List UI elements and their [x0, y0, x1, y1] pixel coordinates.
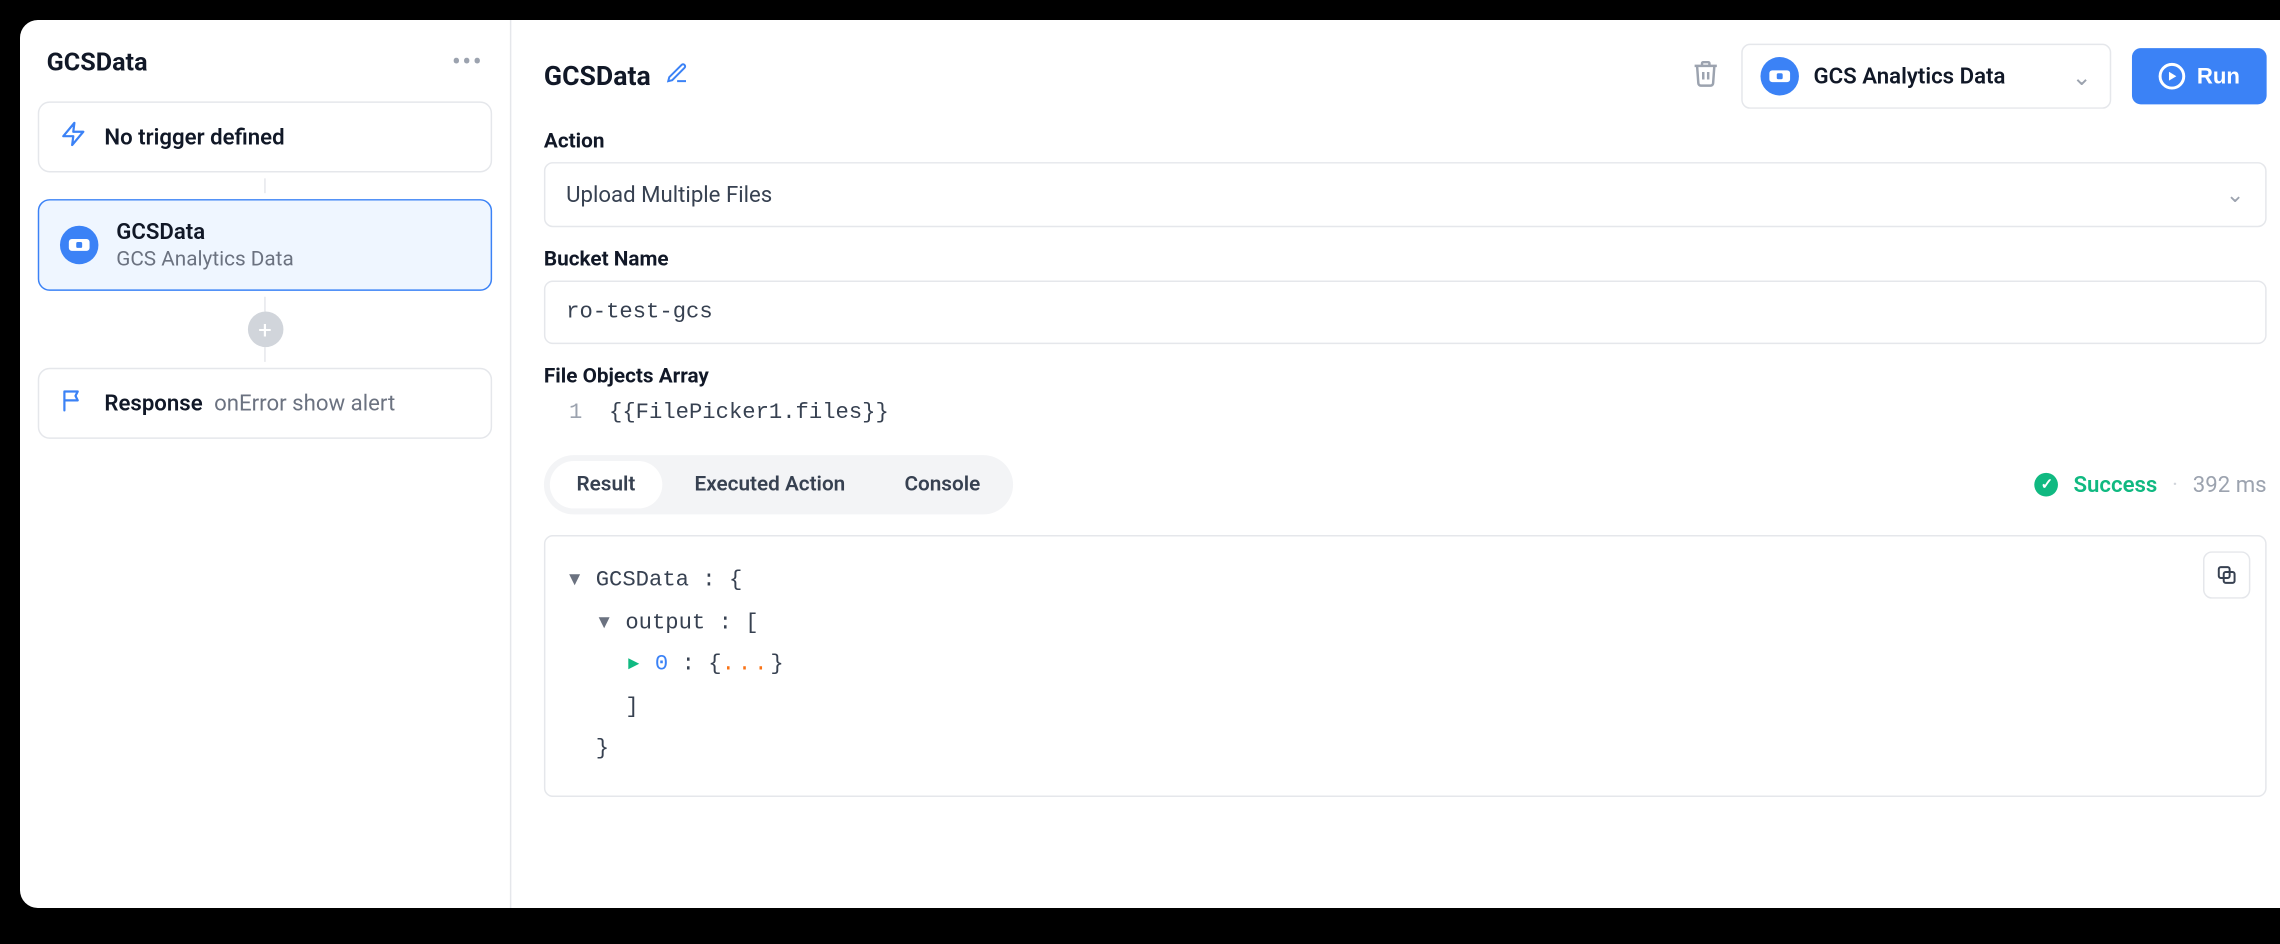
- result-item-0[interactable]: ▸ 0 : {...}: [569, 645, 2241, 687]
- sidebar-header: GCSData •••: [38, 47, 492, 84]
- file-objects-field: File Objects Array 1 {{FilePicker1.files…: [544, 365, 2267, 426]
- result-box: ▾ GCSData : { ▾ output : [ ▸ 0 : {...} ]…: [544, 535, 2267, 796]
- edit-title-icon[interactable]: [666, 61, 690, 91]
- status-text: Success: [2073, 471, 2157, 498]
- chevron-down-icon: ⌄: [2226, 181, 2245, 208]
- query-name: GCSData: [116, 218, 294, 245]
- more-menu-icon[interactable]: •••: [452, 47, 483, 78]
- bolt-icon: [60, 121, 87, 154]
- tab-executed-action[interactable]: Executed Action: [668, 461, 872, 508]
- file-objects-editor[interactable]: 1 {{FilePicker1.files}}: [544, 400, 2267, 425]
- status: ✓ Success · 392 ms: [2035, 471, 2267, 498]
- datasource-name: GCS Analytics Data: [1814, 63, 2006, 90]
- result-root[interactable]: ▾ GCSData : {: [569, 560, 2241, 602]
- response-text: Response onError show alert: [104, 390, 395, 417]
- query-datasource: GCS Analytics Data: [116, 248, 294, 272]
- bucket-label: Bucket Name: [544, 248, 2267, 272]
- datasource-dropdown[interactable]: GCS Analytics Data ⌄: [1741, 44, 2111, 109]
- main-header: GCSData GCS Analytics Data ⌄: [544, 44, 2267, 109]
- sidebar: GCSData ••• No trigger defined GCSData G…: [20, 20, 511, 908]
- tab-result[interactable]: Result: [550, 461, 662, 508]
- query-card[interactable]: GCSData GCS Analytics Data: [38, 199, 492, 291]
- chevron-down-icon: ⌄: [2072, 62, 2092, 90]
- action-field: Action Upload Multiple Files ⌄: [544, 130, 2267, 228]
- play-icon: [2158, 63, 2185, 90]
- action-label: Action: [544, 130, 2267, 154]
- trigger-label: No trigger defined: [104, 124, 284, 151]
- delete-icon[interactable]: [1691, 58, 1721, 94]
- bucket-field: Bucket Name: [544, 248, 2267, 344]
- page-title: GCSData: [544, 61, 651, 92]
- app-frame: GCSData ••• No trigger defined GCSData G…: [20, 20, 2280, 908]
- sidebar-title: GCSData: [47, 47, 148, 77]
- success-check-icon: ✓: [2035, 473, 2059, 497]
- result-tabs: Result Executed Action Console: [544, 455, 1013, 514]
- run-button[interactable]: Run: [2132, 48, 2267, 104]
- trigger-card[interactable]: No trigger defined: [38, 101, 492, 172]
- connector: [38, 178, 492, 193]
- bucket-input[interactable]: [544, 280, 2267, 344]
- connector-add: +: [38, 297, 492, 362]
- response-card[interactable]: Response onError show alert: [38, 368, 492, 439]
- main-panel: GCSData GCS Analytics Data ⌄: [511, 20, 2280, 908]
- copy-button[interactable]: [2203, 551, 2250, 598]
- result-output[interactable]: ▾ output : [: [569, 602, 2241, 644]
- gcs-icon: [60, 226, 98, 264]
- tab-console[interactable]: Console: [878, 461, 1007, 508]
- flag-icon: [60, 387, 87, 420]
- action-select[interactable]: Upload Multiple Files ⌄: [544, 162, 2267, 227]
- result-tabs-row: Result Executed Action Console ✓ Success…: [544, 455, 2267, 514]
- file-objects-label: File Objects Array: [544, 365, 2267, 389]
- gcs-icon: [1760, 57, 1798, 95]
- status-time: 392 ms: [2193, 471, 2267, 498]
- add-step-button[interactable]: +: [247, 312, 283, 348]
